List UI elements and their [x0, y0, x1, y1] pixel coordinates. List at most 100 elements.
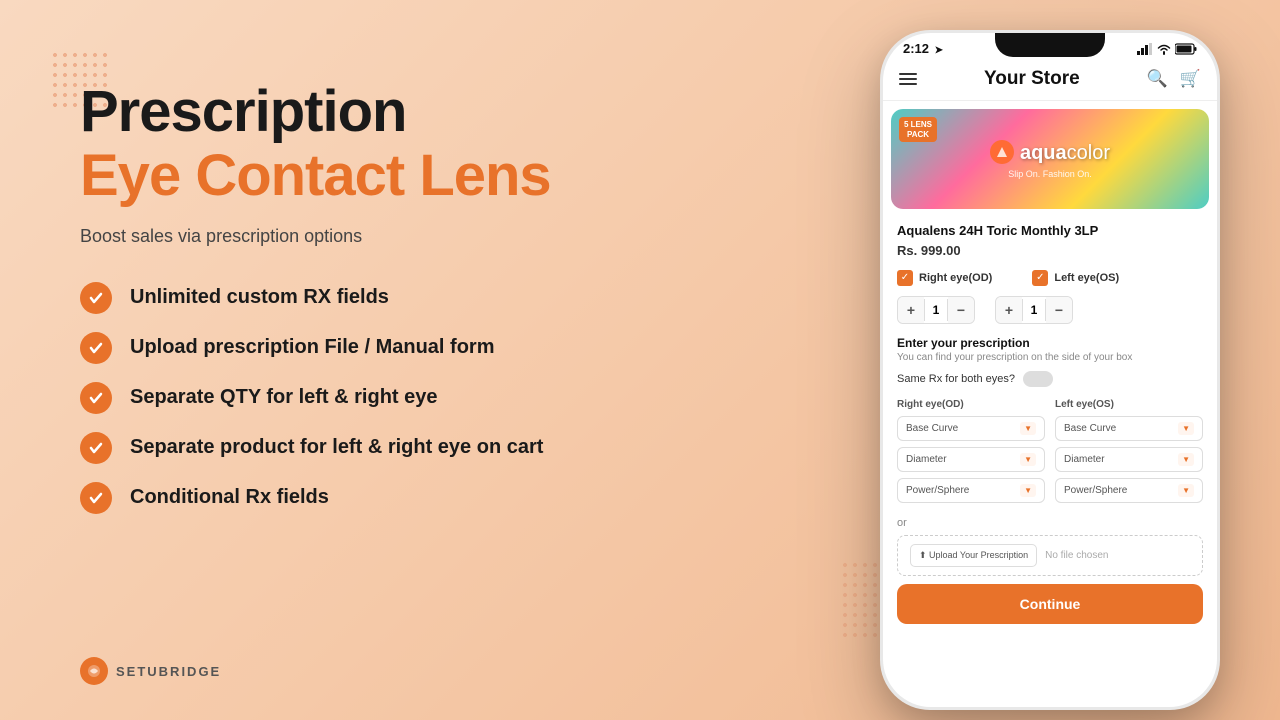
check-icon — [80, 332, 112, 364]
upload-area: ⬆ Upload Your Prescription No file chose… — [897, 535, 1203, 576]
phone-inner: 2:12 ➤ — [883, 33, 1217, 707]
right-power-arrow: ▼ — [1020, 484, 1036, 497]
feature-text: Unlimited custom RX fields — [130, 286, 389, 309]
search-icon[interactable]: 🔍 — [1147, 69, 1168, 89]
title-line2: Eye Contact Lens — [80, 144, 660, 208]
right-base-curve-arrow: ▼ — [1020, 422, 1036, 435]
product-logo-bold: aqua — [1020, 142, 1067, 165]
logo-icon — [80, 657, 108, 685]
feature-1: Unlimited custom RX fields — [80, 282, 660, 314]
app-header: Your Store 🔍 🛒 — [883, 60, 1217, 101]
logo-text: SETUBRIDGE — [116, 664, 221, 679]
feature-2: Upload prescription File / Manual form — [80, 332, 660, 364]
right-eye-label: Right eye(OD) — [919, 272, 992, 284]
check-icon — [80, 432, 112, 464]
right-base-curve-label: Base Curve — [906, 423, 958, 434]
feature-text: Separate QTY for left & right eye — [130, 386, 438, 409]
status-bar: 2:12 ➤ — [883, 33, 1217, 60]
same-rx-toggle[interactable] — [1023, 371, 1053, 387]
right-base-curve-dropdown[interactable]: Base Curve ▼ — [897, 416, 1045, 441]
left-eye-label: Left eye(OS) — [1054, 272, 1119, 284]
right-qty-value: 1 — [924, 299, 948, 321]
left-eye-option: ✓ Left eye(OS) — [1032, 270, 1119, 286]
feature-5: Conditional Rx fields — [80, 482, 660, 514]
left-base-curve-arrow: ▼ — [1178, 422, 1194, 435]
feature-text: Upload prescription File / Manual form — [130, 336, 494, 359]
left-diameter-dropdown[interactable]: Diameter ▼ — [1055, 447, 1203, 472]
left-eye-col-label: Left eye(OS) — [1055, 399, 1203, 410]
product-price: Rs. 999.00 — [897, 243, 1203, 258]
battery-icon — [1175, 43, 1197, 55]
title-line1: Prescription — [80, 80, 660, 144]
prescription-title: Enter your prescription — [897, 336, 1203, 350]
check-icon — [80, 282, 112, 314]
left-panel: Prescription Eye Contact Lens Boost sale… — [80, 80, 660, 514]
left-power-label: Power/Sphere — [1064, 485, 1127, 496]
same-rx-label: Same Rx for both eyes? — [897, 373, 1015, 385]
feature-text: Separate product for left & right eye on… — [130, 436, 543, 459]
right-diameter-dropdown[interactable]: Diameter ▼ — [897, 447, 1045, 472]
qty-row: + 1 − + 1 − — [883, 292, 1217, 328]
phone-container: 2:12 ➤ — [880, 30, 1220, 710]
prescription-section: Enter your prescription You can find you… — [883, 328, 1217, 391]
prescription-subtitle: You can find your prescription on the si… — [897, 352, 1203, 363]
same-rx-row: Same Rx for both eyes? — [897, 371, 1203, 387]
check-icon — [80, 382, 112, 414]
feature-text: Conditional Rx fields — [130, 486, 329, 509]
continue-button[interactable]: Continue — [897, 584, 1203, 624]
left-base-curve-dropdown[interactable]: Base Curve ▼ — [1055, 416, 1203, 441]
product-tagline: Slip On. Fashion On. — [990, 169, 1110, 179]
feature-list: Unlimited custom RX fields Upload prescr… — [80, 282, 660, 514]
or-divider: or — [883, 515, 1217, 531]
right-diameter-label: Diameter — [906, 454, 947, 465]
right-diameter-arrow: ▼ — [1020, 453, 1036, 466]
menu-icon[interactable] — [899, 73, 917, 85]
right-eye-col-label: Right eye(OD) — [897, 399, 1045, 410]
left-base-curve-label: Base Curve — [1064, 423, 1116, 434]
left-qty-value: 1 — [1022, 299, 1046, 321]
header-title: Your Store — [984, 68, 1080, 90]
status-icons — [1137, 43, 1197, 55]
eye-selection: ✓ Right eye(OD) ✓ Left eye(OS) — [883, 264, 1217, 292]
left-power-arrow: ▼ — [1178, 484, 1194, 497]
feature-4: Separate product for left & right eye on… — [80, 432, 660, 464]
brand-icon — [990, 140, 1014, 164]
menu-line-1 — [899, 73, 917, 75]
upload-placeholder: No file chosen — [1045, 550, 1108, 561]
check-icon — [80, 482, 112, 514]
left-eye-col: Left eye(OS) Base Curve ▼ Diameter ▼ Pow… — [1055, 399, 1203, 509]
product-logo-light: color — [1067, 142, 1110, 165]
logo-area: SETUBRIDGE — [80, 657, 221, 685]
right-qty-control: + 1 − — [897, 296, 975, 324]
left-qty-plus[interactable]: + — [996, 297, 1022, 323]
left-qty-minus[interactable]: − — [1046, 297, 1072, 323]
left-qty-control: + 1 − — [995, 296, 1073, 324]
menu-line-2 — [899, 78, 917, 80]
product-image: 5 LENS PACK aquacolor Slip On. Fashion O… — [891, 109, 1209, 209]
phone-frame: 2:12 ➤ — [880, 30, 1220, 710]
cart-icon[interactable]: 🛒 — [1180, 69, 1201, 89]
signal-icon — [1137, 43, 1153, 55]
left-diameter-label: Diameter — [1064, 454, 1105, 465]
left-power-dropdown[interactable]: Power/Sphere ▼ — [1055, 478, 1203, 503]
wifi-icon — [1157, 43, 1171, 55]
right-eye-checkbox[interactable]: ✓ — [897, 270, 913, 286]
left-eye-checkbox[interactable]: ✓ — [1032, 270, 1048, 286]
left-diameter-arrow: ▼ — [1178, 453, 1194, 466]
right-power-label: Power/Sphere — [906, 485, 969, 496]
product-name: Aqualens 24H Toric Monthly 3LP — [897, 223, 1203, 240]
feature-3: Separate QTY for left & right eye — [80, 382, 660, 414]
product-badge: 5 LENS PACK — [899, 117, 937, 142]
right-eye-option: ✓ Right eye(OD) — [897, 270, 992, 286]
right-qty-plus[interactable]: + — [898, 297, 924, 323]
header-icons: 🔍 🛒 — [1147, 69, 1201, 89]
eye-columns: Right eye(OD) Base Curve ▼ Diameter ▼ Po… — [883, 391, 1217, 515]
menu-line-3 — [899, 83, 917, 85]
upload-button[interactable]: ⬆ Upload Your Prescription — [910, 544, 1037, 567]
right-qty-minus[interactable]: − — [948, 297, 974, 323]
right-eye-col: Right eye(OD) Base Curve ▼ Diameter ▼ Po… — [897, 399, 1045, 509]
right-power-dropdown[interactable]: Power/Sphere ▼ — [897, 478, 1045, 503]
status-time: 2:12 ➤ — [903, 41, 943, 56]
subtitle: Boost sales via prescription options — [80, 226, 660, 247]
product-info: Aqualens 24H Toric Monthly 3LP Rs. 999.0… — [883, 217, 1217, 264]
